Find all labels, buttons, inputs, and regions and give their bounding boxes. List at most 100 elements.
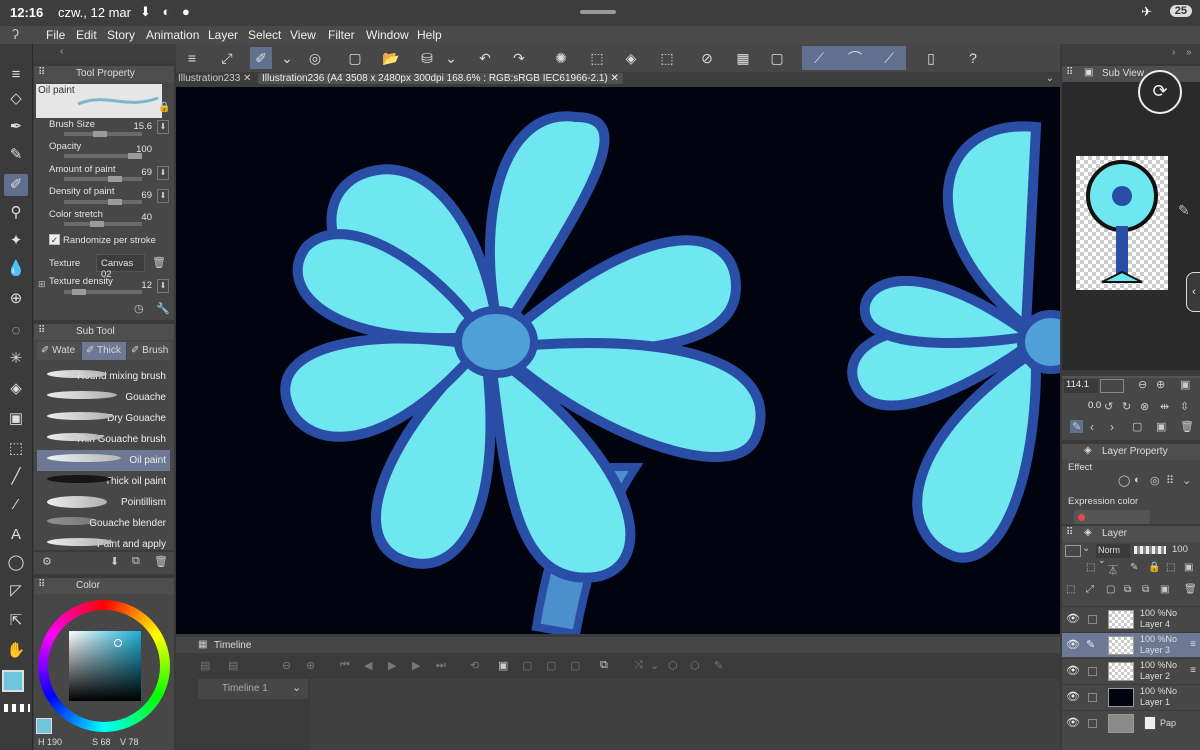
opacity-slider[interactable] xyxy=(1134,546,1166,554)
gradient-tool-icon[interactable]: ▣ xyxy=(4,408,28,430)
texture-density-knob[interactable] xyxy=(72,289,86,295)
reset-rotation-icon[interactable]: ⊗ xyxy=(1140,400,1149,413)
zoom-out-icon[interactable]: ⊖ xyxy=(282,659,291,672)
companion-mode-icon[interactable]: ⟳ xyxy=(1138,70,1182,114)
new-raster-icon[interactable]: ⬚ xyxy=(1066,584,1075,595)
transparent-color-swatch[interactable] xyxy=(4,704,30,712)
keyframe-icon[interactable]: ⤨ xyxy=(634,659,643,672)
drag-handle-icon[interactable]: ⠿ xyxy=(38,579,45,590)
list-item[interactable]: Gouache blender xyxy=(37,513,170,534)
rotate-left-icon[interactable]: ↺ xyxy=(1104,400,1113,413)
draft-icon[interactable]: ✎ xyxy=(1130,562,1138,573)
amount-of-paint-knob[interactable] xyxy=(108,176,122,182)
tab-watercolor[interactable]: ✐ Wate xyxy=(37,342,81,360)
visibility-eye-icon[interactable]: 👁 xyxy=(1066,690,1080,703)
brush-size-pressure-icon[interactable]: ⬇ xyxy=(157,120,169,134)
effect-color-icon[interactable]: ◐ xyxy=(1134,474,1141,486)
visibility-eye-icon[interactable]: 👁 xyxy=(1066,716,1080,729)
zoom-slider[interactable] xyxy=(1100,379,1124,393)
mask-add-icon[interactable]: ▣ xyxy=(1160,584,1169,595)
clip-icon[interactable]: ⬚ xyxy=(1086,562,1095,573)
drag-handle-icon[interactable]: ⠿ xyxy=(1066,67,1073,78)
companion-icon[interactable]: ◎ xyxy=(304,47,326,69)
eyedropper-icon[interactable]: ✎ xyxy=(1070,420,1084,433)
show-image-icon[interactable]: ▣ xyxy=(1156,420,1166,433)
layer-row[interactable]: 👁 Pap xyxy=(1062,710,1200,735)
zoom-out-icon[interactable]: ⊖ xyxy=(1138,378,1147,391)
layer-row[interactable]: 👁 100 %No Layer 1 xyxy=(1062,684,1200,709)
density-of-paint-slider[interactable] xyxy=(64,199,142,205)
menu-select[interactable]: Select xyxy=(248,28,281,42)
download-icon[interactable]: ⬇ xyxy=(110,555,119,568)
tab-color[interactable]: Color xyxy=(76,580,100,591)
redo-icon[interactable]: ↷ xyxy=(508,47,530,69)
brush-size-value[interactable]: 15.6 xyxy=(134,121,153,132)
close-icon[interactable]: ✕ xyxy=(611,73,619,84)
effect-dots-icon[interactable]: ⠿ xyxy=(1166,474,1174,487)
timeline-select[interactable]: Timeline 1 ⌄ xyxy=(198,679,308,699)
layer-opacity-value[interactable]: 100 xyxy=(1172,544,1188,555)
density-pressure-icon[interactable]: ⬇ xyxy=(157,189,169,203)
trash-icon[interactable]: 🗑 xyxy=(152,256,166,269)
opacity-slider[interactable] xyxy=(64,153,142,159)
new-timeline-icon[interactable]: ▤ xyxy=(200,659,210,672)
menu-icon[interactable]: ≡ xyxy=(181,47,203,69)
expression-color-select[interactable] xyxy=(1074,510,1150,524)
dropdown-icon[interactable]: ⌄ xyxy=(276,47,298,69)
stabilizer-icon[interactable]: ⌒ xyxy=(844,47,866,69)
expand-panel-handle[interactable]: ‹ xyxy=(1186,272,1200,312)
invert-selection-icon[interactable]: ▦ xyxy=(732,47,754,69)
pen-icon[interactable]: ✎ xyxy=(714,659,723,672)
merge-icon[interactable]: ⧉ xyxy=(1142,584,1149,595)
play-icon[interactable]: ▶ xyxy=(388,659,396,672)
texture-pressure-icon[interactable]: ⬇ xyxy=(157,279,169,293)
menu-filter[interactable]: Filter xyxy=(328,28,355,42)
fill-icon[interactable]: ◈ xyxy=(620,47,642,69)
layer-color-icon[interactable] xyxy=(1065,545,1081,557)
menu-edit[interactable]: Edit xyxy=(76,28,97,42)
eyedropper-icon[interactable]: ⁄ xyxy=(4,494,28,516)
layer-menu-icon[interactable]: ≡ xyxy=(1190,665,1196,676)
drag-handle-icon[interactable]: ⠿ xyxy=(38,325,45,336)
layer-check-icon[interactable] xyxy=(1088,693,1097,702)
line-tool-icon[interactable]: ╱ xyxy=(4,466,28,488)
cel-icon[interactable]: ▢ xyxy=(522,659,532,672)
eyedropper-icon[interactable]: ✎ xyxy=(1178,202,1190,219)
save-icon[interactable]: ⛁ xyxy=(416,47,438,69)
selection-icon[interactable]: ▢ xyxy=(766,47,788,69)
expand-icon[interactable]: » xyxy=(1186,47,1192,58)
color-stretch-knob[interactable] xyxy=(90,221,104,227)
trash-icon[interactable]: 🗑 xyxy=(1184,584,1197,595)
camera-icon[interactable]: ⬡ xyxy=(690,659,700,672)
drag-handle-icon[interactable]: ⠿ xyxy=(1066,527,1073,538)
snap-icon[interactable]: ⟋ xyxy=(878,47,900,69)
collapse-right-icon[interactable]: › xyxy=(1172,47,1175,58)
lock-icon[interactable]: 🔒 xyxy=(158,102,170,113)
pen-icon[interactable]: ✎ xyxy=(1086,638,1095,651)
pencil-tool-icon[interactable]: ✎ xyxy=(4,144,28,166)
key-icon[interactable]: ⬡ xyxy=(668,659,678,672)
list-item[interactable]: Thick oil paint xyxy=(37,471,170,492)
first-frame-icon[interactable]: ⏮ xyxy=(340,659,350,672)
zoom-in-icon[interactable]: ⊕ xyxy=(1156,378,1165,391)
next-image-icon[interactable]: › xyxy=(1110,420,1114,434)
visibility-eye-icon[interactable]: 👁 xyxy=(1066,638,1080,651)
color-stretch-value[interactable]: 40 xyxy=(141,212,152,223)
help-icon[interactable]: ? xyxy=(962,47,984,69)
list-item[interactable]: Round mixing brush xyxy=(37,366,170,387)
visibility-eye-icon[interactable]: 👁 xyxy=(1066,664,1080,677)
opacity-knob[interactable] xyxy=(128,153,142,159)
chevron-down-icon[interactable]: ⌄ xyxy=(1046,73,1054,84)
tab-illustration233[interactable]: Illustration233 ✕ xyxy=(178,73,251,84)
texture-density-slider[interactable] xyxy=(64,289,142,295)
menu-toggle-icon[interactable]: ≡ xyxy=(4,64,28,86)
rotate-right-icon[interactable]: ↻ xyxy=(1122,400,1131,413)
chevron-down-icon[interactable]: ⌄ xyxy=(292,681,301,694)
cel-specify-icon[interactable]: ▢ xyxy=(546,659,556,672)
brush-size-slider[interactable] xyxy=(64,131,142,137)
angle-value[interactable]: 0.0 xyxy=(1088,400,1101,411)
chevron-down-icon[interactable]: ⌄ xyxy=(1082,543,1090,554)
hand-tool-icon[interactable]: ✋ xyxy=(4,640,28,662)
transfer-icon[interactable]: ⧉ xyxy=(1124,584,1131,595)
saturation-value-square[interactable] xyxy=(69,631,141,701)
